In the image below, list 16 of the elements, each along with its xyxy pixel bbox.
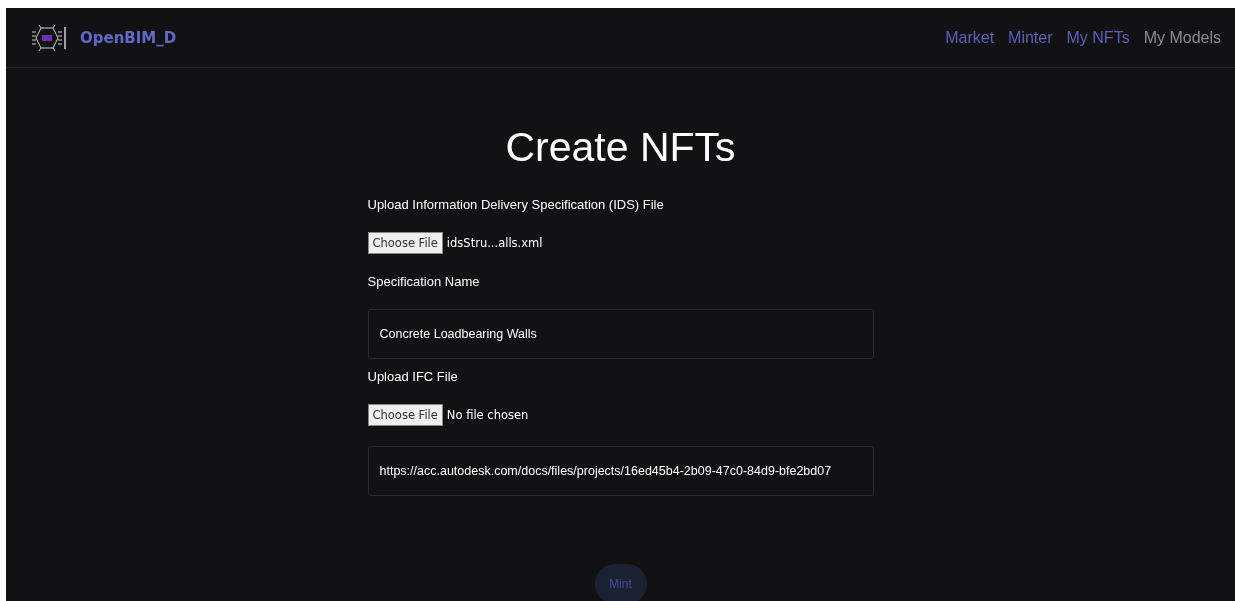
brand-name[interactable]: OpenBIM_D — [80, 28, 177, 47]
input-field[interactable]: https://acc.autodesk.com/docs/files/projects/16ed45b4-2b09-47c0-84d9-bfe2bd07 — [367, 446, 874, 496]
nav-link[interactable]: My NFTs — [1066, 28, 1130, 47]
file-name: idsStru...alls.xml — [446, 236, 543, 250]
chip-logo-icon — [32, 24, 66, 51]
choose-file-button[interactable]: Choose File — [367, 404, 443, 426]
nav-link[interactable]: My Models — [1143, 28, 1221, 47]
input-field[interactable]: Concrete Loadbearing Walls — [367, 309, 874, 359]
nav-link[interactable]: Minter — [1008, 28, 1053, 47]
field-label: Upload IFC File — [367, 369, 458, 384]
choose-file-button[interactable]: Choose File — [367, 232, 443, 254]
nav-link[interactable]: Market — [945, 28, 995, 47]
field-label: Upload Information Delivery Specification (IDS) File — [367, 197, 664, 212]
file-name: No file chosen — [446, 408, 529, 422]
page-title: Create NFTs — [505, 124, 736, 171]
field-label: Specification Name — [367, 274, 480, 289]
